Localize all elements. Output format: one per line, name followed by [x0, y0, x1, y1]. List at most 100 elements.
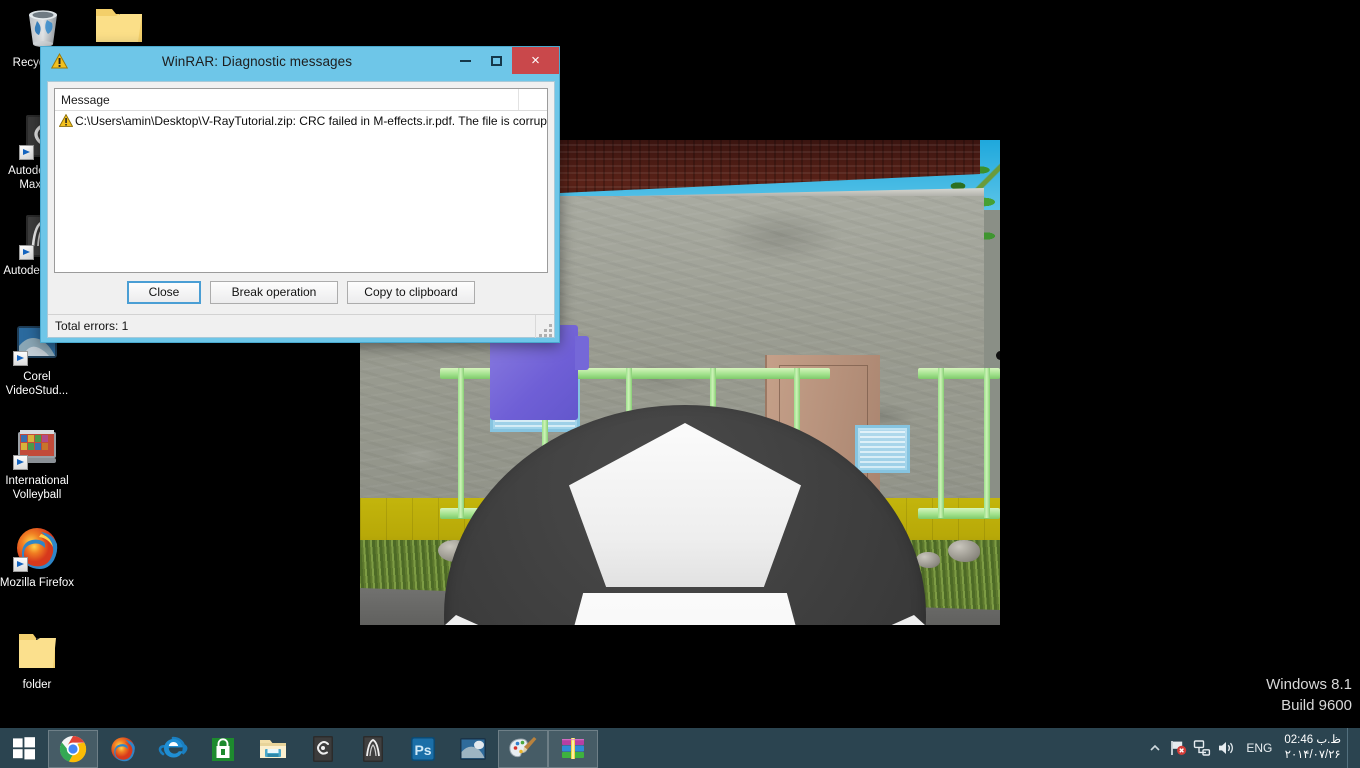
shortcut-overlay-icon — [13, 455, 28, 470]
paint-icon — [509, 736, 537, 757]
break-operation-button[interactable]: Break operation — [210, 280, 338, 304]
dialog-body: Message C:\Users\amin\Desktop\V-RayTutor… — [47, 81, 555, 338]
desktop-icon-label: Corel VideoStud... — [5, 371, 69, 397]
recycle-bin-icon — [19, 4, 67, 52]
minimize-icon — [460, 59, 471, 62]
ball-panel-top — [569, 423, 801, 587]
message-row[interactable]: C:\Users\amin\Desktop\V-RayTutorial.zip:… — [55, 111, 547, 130]
message-list-header: Message — [55, 89, 547, 111]
taskbar-spacer — [598, 728, 1144, 768]
taskbar-file-explorer[interactable] — [248, 730, 298, 768]
render-rock — [916, 552, 940, 568]
render-window-blind — [860, 430, 905, 468]
internet-explorer-icon — [158, 736, 188, 757]
render-black-dot — [996, 351, 1000, 360]
render-window-small — [855, 425, 910, 473]
message-text: C:\Users\amin\Desktop\V-RayTutorial.zip:… — [75, 113, 548, 128]
taskbar-winrar[interactable] — [548, 729, 598, 768]
file-explorer-icon — [260, 739, 286, 758]
taskbar-store[interactable] — [198, 730, 248, 768]
network-icon — [1194, 740, 1211, 756]
desktop-icon-label: Mozilla Firefox — [0, 577, 75, 589]
message-list[interactable]: Message C:\Users\amin\Desktop\V-RayTutor… — [54, 88, 548, 273]
taskbar-google-chrome[interactable] — [48, 729, 98, 768]
shortcut-overlay-icon — [13, 557, 28, 572]
render-fence-post — [458, 368, 464, 518]
winrar-icon — [562, 737, 584, 759]
firefox-icon — [13, 524, 61, 572]
taskbar-autodesk-maya[interactable] — [348, 730, 398, 768]
message-list-rows: C:\Users\amin\Desktop\V-RayTutorial.zip:… — [55, 111, 547, 272]
clock[interactable]: 02:46 ظ.ب ۲۰۱۴/۰۷/۲۶ — [1280, 728, 1347, 768]
shortcut-overlay-icon — [19, 245, 34, 260]
chrome-icon — [59, 735, 87, 762]
taskbar-mozilla-firefox[interactable] — [98, 730, 148, 768]
taskbar-autodesk-3ds-max[interactable] — [298, 730, 348, 768]
photoshop-icon: Ps — [411, 736, 435, 761]
column-header-message[interactable]: Message — [55, 89, 519, 110]
shortcut-overlay-icon — [19, 145, 34, 160]
dialog-caption-buttons: × — [450, 47, 559, 74]
maya-icon — [363, 735, 383, 762]
watermark-line1: Windows 8.1 — [1266, 676, 1352, 693]
volleyball-game-icon — [13, 422, 61, 470]
column-header-empty[interactable] — [519, 89, 547, 110]
warning-triangle-icon — [50, 52, 69, 69]
svg-text:Ps: Ps — [414, 742, 431, 758]
desktop-icon-international-volleyball[interactable]: International Volleyball — [0, 422, 80, 502]
language-indicator[interactable]: ENG — [1238, 728, 1280, 768]
ball-panel-bottom — [551, 593, 819, 625]
flag-with-error-icon — [1171, 741, 1187, 755]
windows-activation-watermark: Windows 8.1 Build 9600 — [1266, 674, 1352, 716]
network-button[interactable] — [1190, 728, 1214, 768]
status-total-errors: Total errors: 1 — [55, 319, 129, 333]
shortcut-overlay-icon — [13, 351, 28, 366]
desktop-icon-label: International Volleyball — [5, 475, 69, 501]
clock-date: ۲۰۱۴/۰۷/۲۶ — [1284, 749, 1341, 761]
minimize-button[interactable] — [450, 47, 481, 74]
start-button[interactable] — [0, 728, 48, 768]
folder-with-photo-icon — [93, 0, 142, 48]
render-fence-post — [984, 368, 990, 518]
resize-grip[interactable] — [536, 321, 552, 337]
render-fence-post — [938, 368, 944, 518]
ball-panel-right — [806, 615, 926, 625]
dialog-titlebar[interactable]: WinRAR: Diagnostic messages × — [41, 47, 559, 76]
clock-time: 02:46 ظ.ب — [1284, 734, 1341, 746]
close-button[interactable]: Close — [127, 280, 201, 304]
windows-logo-icon — [13, 737, 35, 760]
show-hidden-icons-button[interactable] — [1144, 728, 1166, 768]
taskbar-internet-explorer[interactable] — [148, 730, 198, 768]
taskbar-paint[interactable] — [498, 729, 548, 768]
ball-panel-left — [444, 615, 564, 625]
warning-triangle-icon — [58, 113, 74, 127]
desktop-icon-pictures-folder[interactable] — [74, 0, 160, 52]
windows-store-icon — [212, 737, 234, 761]
taskbar: Ps ENG 02:46 ظ.ب ۲۰۱۴/۰۷/۲۶ — [0, 728, 1360, 768]
desktop-icon-label: folder — [22, 679, 52, 691]
dialog-button-row: Close Break operation Copy to clipboard — [48, 273, 554, 311]
taskbar-items: Ps — [48, 728, 598, 768]
chevron-up-icon — [1150, 744, 1160, 751]
desktop-icon-mozilla-firefox[interactable]: Mozilla Firefox — [0, 524, 80, 590]
firefox-icon — [111, 736, 135, 761]
3dsmax-icon — [313, 735, 333, 762]
speaker-icon — [1219, 742, 1234, 754]
desktop-screen: Recycle Bin Autodesk 3ds Max 20... — [0, 0, 1360, 768]
dialog-status-bar: Total errors: 1 — [48, 314, 554, 338]
show-desktop-button[interactable] — [1347, 728, 1354, 768]
render-rock — [948, 540, 980, 562]
open-folder-icon — [13, 626, 61, 674]
copy-to-clipboard-button[interactable]: Copy to clipboard — [347, 280, 475, 304]
taskbar-corel-videostudio[interactable] — [448, 730, 498, 768]
close-button[interactable]: × — [512, 47, 559, 74]
desktop-icon-folder[interactable]: folder — [0, 626, 80, 692]
action-center-button[interactable] — [1166, 728, 1190, 768]
system-tray: ENG 02:46 ظ.ب ۲۰۱۴/۰۷/۲۶ — [1144, 728, 1360, 768]
maximize-button[interactable] — [481, 47, 512, 74]
render-purple-tab — [575, 336, 589, 370]
taskbar-photoshop[interactable]: Ps — [398, 730, 448, 768]
volume-button[interactable] — [1214, 728, 1238, 768]
maximize-icon — [491, 55, 502, 66]
winrar-diagnostic-dialog[interactable]: WinRAR: Diagnostic messages × Message C:… — [40, 46, 560, 343]
